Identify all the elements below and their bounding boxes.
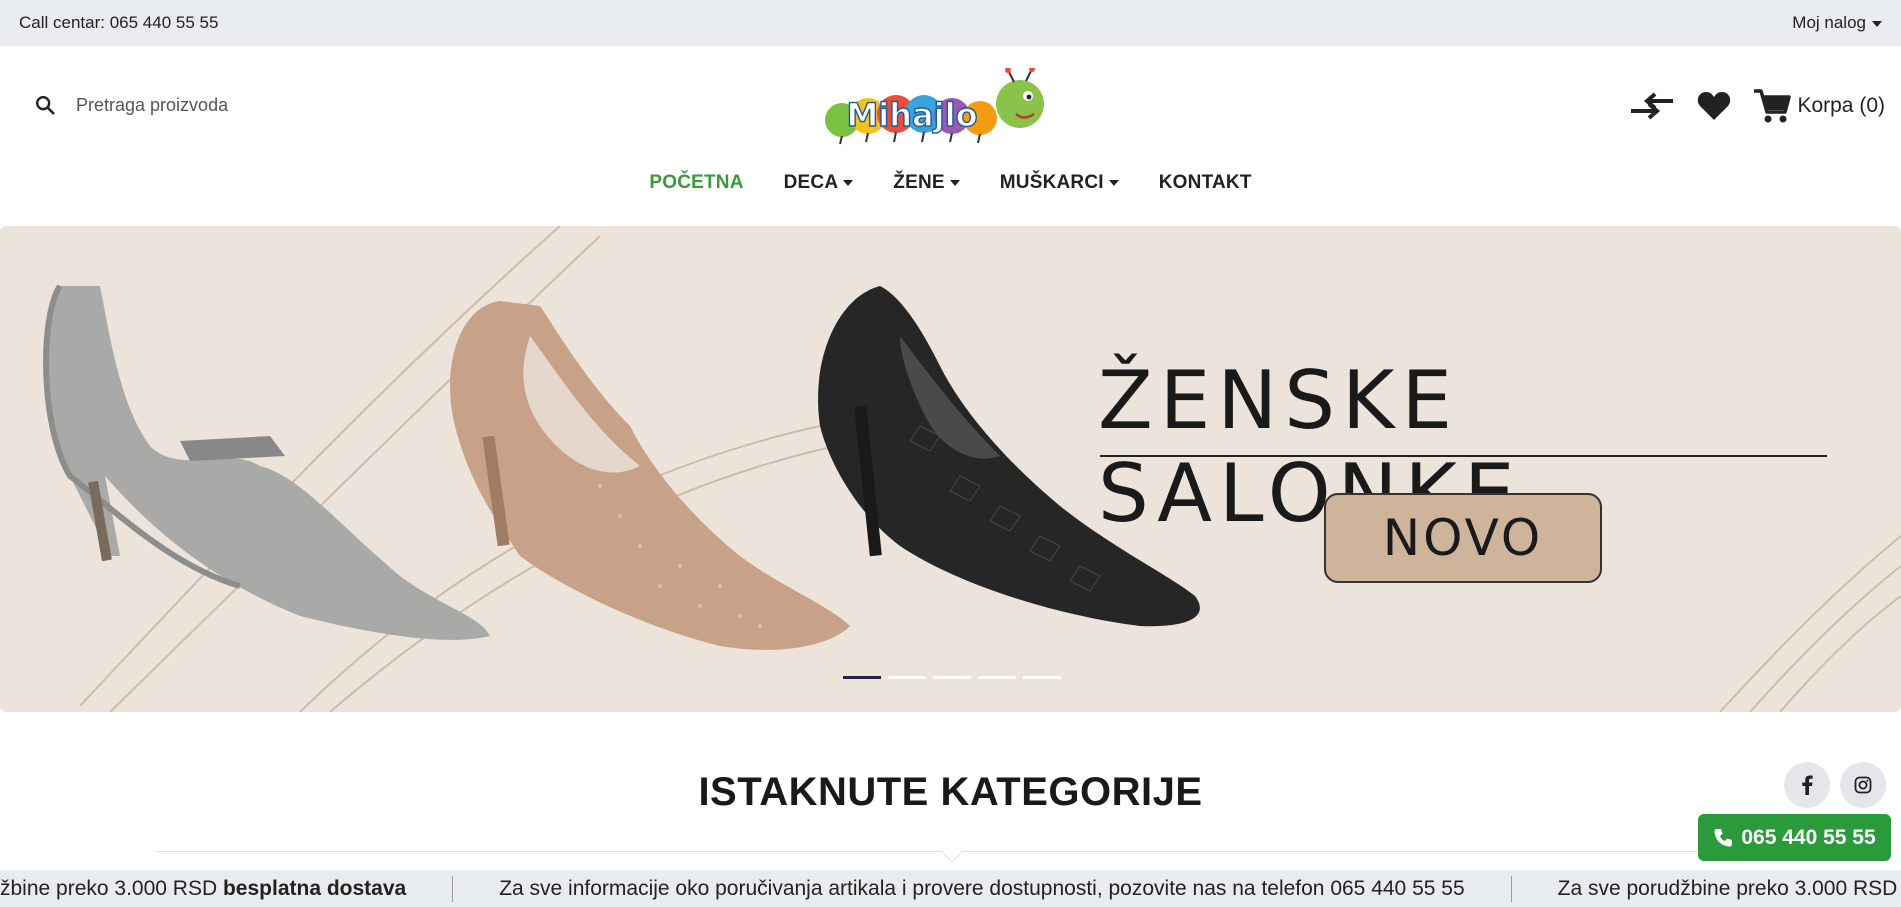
search-bar xyxy=(34,94,336,116)
logo-text: Mihajlo xyxy=(846,96,977,134)
top-bar: Call centar: 065 440 55 55 Moj nalog xyxy=(0,0,1901,46)
account-menu[interactable]: Moj nalog xyxy=(1792,13,1882,33)
heart-icon[interactable] xyxy=(1697,91,1731,121)
hero-divider xyxy=(1100,455,1827,457)
header-actions: Korpa (0) xyxy=(1629,88,1885,124)
ticker-highlight: besplatna dostava xyxy=(222,876,407,900)
nav-item-pocetna[interactable]: POČETNA xyxy=(649,172,743,194)
facebook-icon xyxy=(1802,775,1813,795)
hero-banner[interactable]: ŽENSKE SALONKE NOVO xyxy=(0,226,1901,712)
ticker-message: Za sve informacije oko poručivanja artik… xyxy=(499,876,1465,900)
nude-shoe-illustration xyxy=(450,301,850,650)
ticker-text: žbine preko 3.000 RSD xyxy=(0,876,223,900)
carousel-dot[interactable] xyxy=(1023,676,1061,679)
silver-shoe-illustration xyxy=(43,284,491,640)
chevron-down-icon xyxy=(1872,20,1882,27)
account-menu-label: Moj nalog xyxy=(1792,13,1866,32)
nav-item-label: POČETNA xyxy=(649,172,744,193)
call-center-text: Call centar: 065 440 55 55 xyxy=(19,13,219,32)
phone-button-label: 065 440 55 55 xyxy=(1741,825,1876,849)
announcement-ticker: žbine preko 3.000 RSD besplatna dostava … xyxy=(0,870,1901,907)
cart-button[interactable]: Korpa (0) xyxy=(1753,88,1885,124)
nav-item-label: ŽENE xyxy=(893,172,945,193)
ticker-separator xyxy=(452,875,454,902)
nav-item-zene[interactable]: ŽENE xyxy=(893,172,960,194)
ticker-message: žbine preko 3.000 RSD besplatna dostava xyxy=(0,877,406,901)
featured-categories-title: ISTAKNUTE KATEGORIJE xyxy=(698,770,1203,814)
hero-new-button[interactable]: NOVO xyxy=(1324,493,1602,583)
compare-icon[interactable] xyxy=(1629,89,1675,123)
carousel-dot[interactable] xyxy=(888,676,926,679)
main-nav: POČETNA DECA ŽENE MUŠKARCI KONTAKT xyxy=(0,172,1901,194)
ticker-text: Za sve porudžbine preko 3.000 RSD xyxy=(1557,876,1901,900)
chevron-down-icon xyxy=(1108,180,1119,186)
site-header: Mihajlo Korpa (0) xyxy=(0,46,1901,166)
nav-item-kontakt[interactable]: KONTAKT xyxy=(1159,172,1252,194)
search-icon[interactable] xyxy=(34,94,56,116)
phone-icon xyxy=(1714,828,1733,846)
search-input[interactable] xyxy=(76,94,336,116)
cart-icon xyxy=(1754,89,1792,123)
carousel-dot[interactable] xyxy=(978,676,1016,679)
divider-notch-icon xyxy=(941,851,963,863)
carousel-dot[interactable] xyxy=(933,676,971,679)
carousel-indicators xyxy=(843,676,1061,679)
cart-label: Korpa (0) xyxy=(1797,94,1885,117)
call-phone-button[interactable]: 065 440 55 55 xyxy=(1698,814,1891,861)
ticker-message: Za sve porudžbine preko 3.000 RSD bespla… xyxy=(1558,877,1901,901)
nav-item-label: KONTAKT xyxy=(1158,172,1252,193)
ticker-track: žbine preko 3.000 RSD besplatna dostava … xyxy=(0,870,1901,907)
nav-item-deca[interactable]: DECA xyxy=(784,172,854,194)
nav-item-muskarci[interactable]: MUŠKARCI xyxy=(1000,172,1119,194)
nav-item-label: DECA xyxy=(783,172,839,193)
ticker-separator xyxy=(1510,875,1512,902)
carousel-dot[interactable] xyxy=(843,676,881,679)
instagram-icon xyxy=(1854,776,1872,794)
site-logo[interactable]: Mihajlo xyxy=(820,66,1060,148)
chevron-down-icon xyxy=(949,180,960,186)
instagram-button[interactable] xyxy=(1840,762,1886,808)
chevron-down-icon xyxy=(843,180,854,186)
nav-item-label: MUŠKARCI xyxy=(999,172,1104,193)
facebook-button[interactable] xyxy=(1784,762,1830,808)
